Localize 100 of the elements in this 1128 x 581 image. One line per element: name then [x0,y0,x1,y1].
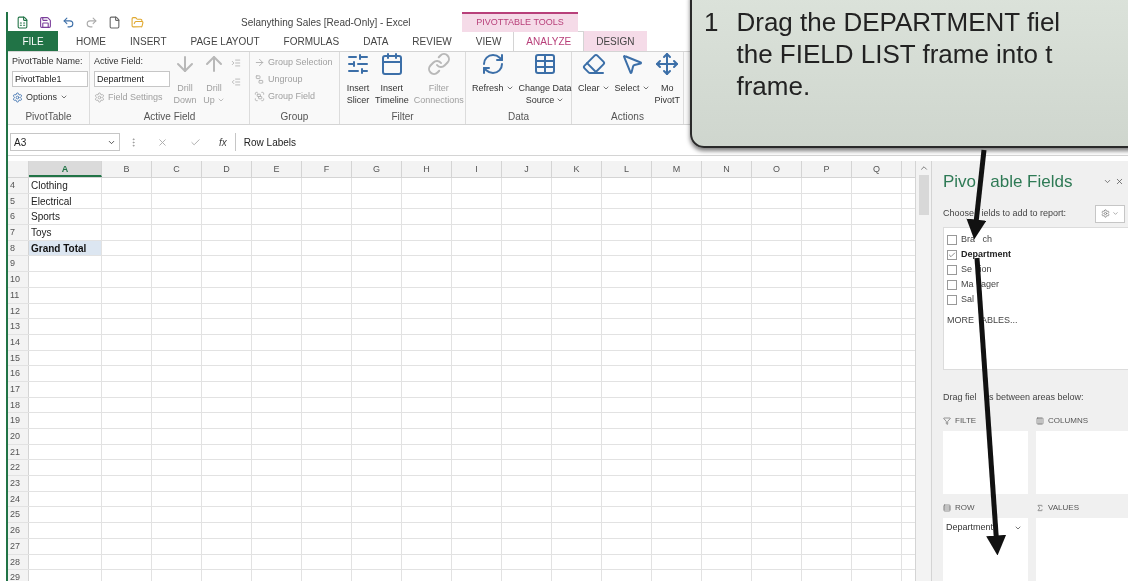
ribbon-tab[interactable]: FORMULAS [271,31,352,51]
new-file-icon[interactable] [108,15,121,29]
ribbon-tab[interactable]: DESIGN [584,31,647,51]
cancel-icon[interactable] [157,136,168,148]
row-number[interactable]: 16 [8,366,29,381]
ribbon-button[interactable]: Clear [576,52,612,110]
row-number[interactable]: 22 [8,460,29,476]
ribbon-tab[interactable]: DATA [351,31,401,51]
column-header[interactable]: P [802,161,852,177]
column-header[interactable]: O [752,161,802,177]
column-header[interactable]: I [452,161,502,177]
group-label: Data [506,110,531,124]
checkbox[interactable] [947,295,957,305]
scroll-up-icon[interactable] [918,163,929,173]
row-number[interactable]: 20 [8,429,29,444]
input-field[interactable]: Department [94,71,170,87]
ribbon-tab[interactable]: REVIEW [400,31,464,51]
column-header[interactable]: K [552,161,602,177]
ribbon-tab[interactable]: HOME [64,31,118,51]
refresh-icon [480,52,505,76]
checkbox[interactable] [947,265,957,275]
close-icon[interactable] [1115,177,1124,187]
field-label[interactable]: Se ion [961,263,992,277]
column-header[interactable]: N [702,161,752,177]
field-label[interactable]: Department [961,248,1011,262]
column-header[interactable]: F [302,161,352,177]
column-header[interactable]: G [352,161,402,177]
ribbon-tab[interactable]: PAGE LAYOUT [178,31,272,51]
row-number[interactable]: 25 [8,507,29,523]
column-header[interactable]: Q [852,161,902,177]
ribbon-button[interactable]: Insert Timeline [373,52,411,110]
column-header[interactable]: D [202,161,252,177]
slicer-icon [346,52,370,76]
row-number[interactable]: 6 [8,209,29,225]
column-header[interactable]: A [29,161,102,177]
instruction-text: Drag the DEPARTMENT fiel the FIELD LIST frame into t frame. [736,6,1061,103]
caret-icon [505,84,514,92]
checkbox[interactable] [947,250,957,260]
row-number[interactable]: 26 [8,523,29,538]
ribbon-button[interactable]: Change Data Source [516,52,574,110]
row-number[interactable]: 4 [8,178,29,193]
group-label: Actions [610,110,645,124]
ribbon-button[interactable]: Mo PivotT [652,52,683,110]
row-number[interactable]: 7 [8,225,29,240]
areas-hint: Drag fiel s between areas below: [943,390,1085,404]
save-icon[interactable] [39,15,52,29]
area-label: FILTE [955,415,977,427]
settings-button[interactable] [1095,204,1125,223]
pointer-icon [620,52,644,76]
name-box[interactable]: A3 [10,133,120,151]
ribbon-tab[interactable]: VIEW [463,31,514,51]
ribbon-tab[interactable]: FILE [8,31,58,51]
input-field[interactable]: PivotTable1 [12,71,88,87]
settings-icon [1101,209,1110,218]
redo-icon[interactable] [85,15,98,29]
column-header[interactable]: E [252,161,302,177]
column-header[interactable]: B [102,161,152,177]
undo-icon[interactable] [62,15,75,29]
area-label: VALUES [1048,502,1079,514]
ribbon-button[interactable]: Insert Slicer [344,52,372,110]
column-header[interactable]: L [602,161,652,177]
checkbox[interactable] [947,280,957,290]
field-label[interactable]: Sal [961,293,974,307]
table-cell: Sports [29,209,102,225]
column-header[interactable]: J [502,161,552,177]
drop-area[interactable] [943,431,1028,494]
group-icon [254,90,265,102]
drop-area[interactable]: Department [943,518,1028,581]
group-label: PivotTable [24,110,73,124]
row-number[interactable]: 10 [8,272,29,287]
table-icon [533,52,558,76]
columns-icon [1036,417,1044,425]
ribbon-tab[interactable]: ANALYZE [513,31,585,51]
check-icon [948,251,956,259]
area-item[interactable]: Department [946,521,1028,535]
folder-icon[interactable] [131,15,144,29]
row-number[interactable]: 23 [8,476,29,491]
scroll-thumb[interactable] [918,175,929,215]
enter-icon[interactable] [190,136,201,148]
group-label: Filter [390,110,415,124]
sigma-icon [1036,504,1044,512]
field-label[interactable]: Ma ager [961,278,1000,292]
insert-function-button[interactable]: fx [219,134,227,150]
row-number[interactable]: 13 [8,319,29,334]
vertical-scrollbar[interactable] [915,161,932,581]
ribbon-button[interactable]: Refresh [470,52,516,110]
column-header[interactable]: H [402,161,452,177]
column-header[interactable]: C [152,161,202,177]
ribbon-tab[interactable]: INSERT [118,31,179,51]
move-icon [655,52,680,76]
column-header[interactable]: M [652,161,702,177]
panel-title: Pivo able Fields [943,171,1073,193]
row-number[interactable]: 9 [8,256,29,272]
formula-field[interactable]: Row Labels [234,133,685,151]
row-number[interactable]: 29 [8,570,29,581]
field-label[interactable]: Bra ch [961,233,992,247]
checkbox[interactable] [947,235,957,245]
ribbon-button[interactable]: Options [12,90,88,104]
row-number[interactable]: 19 [8,413,29,428]
ribbon-button[interactable]: Select [612,52,652,110]
